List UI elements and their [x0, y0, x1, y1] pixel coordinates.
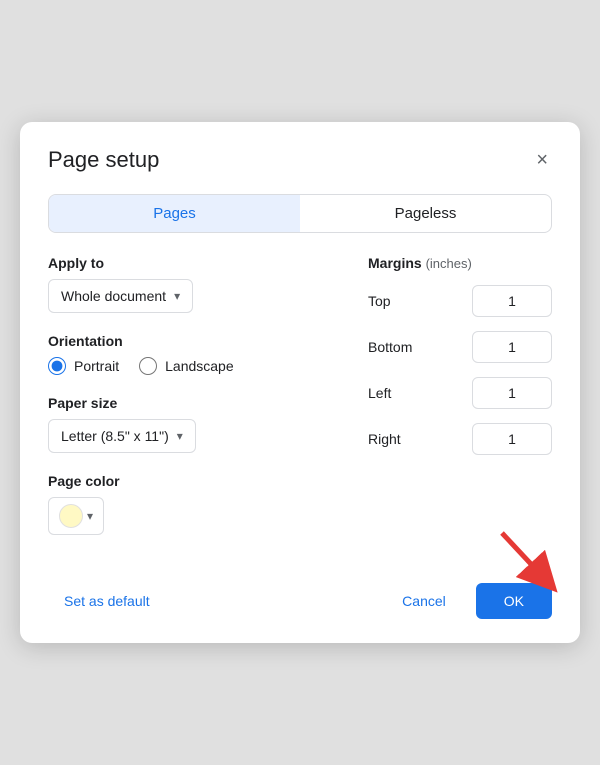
dialog-title: Page setup: [48, 147, 159, 173]
margin-right-input[interactable]: [472, 423, 552, 455]
left-panel: Apply to Whole document ▾ Orientation Po…: [48, 255, 352, 555]
landscape-label: Landscape: [165, 358, 234, 374]
margin-bottom-label: Bottom: [368, 339, 428, 355]
tab-pages[interactable]: Pages: [49, 195, 300, 232]
dropdown-arrow-icon: ▾: [174, 289, 180, 303]
color-swatch: [59, 504, 83, 528]
margins-unit: (inches): [426, 256, 472, 271]
page-color-label: Page color: [48, 473, 328, 489]
apply-to-section: Apply to Whole document ▾: [48, 255, 328, 313]
paper-size-arrow-icon: ▾: [177, 429, 183, 443]
apply-to-dropdown[interactable]: Whole document ▾: [48, 279, 193, 313]
margin-left-label: Left: [368, 385, 428, 401]
dialog-header: Page setup ×: [48, 146, 552, 174]
paper-size-section: Paper size Letter (8.5" x 11") ▾: [48, 395, 328, 453]
page-setup-dialog: Page setup × Pages Pageless Apply to Who…: [20, 122, 580, 643]
margin-row-top: Top: [368, 285, 552, 317]
landscape-option[interactable]: Landscape: [139, 357, 234, 375]
tab-bar: Pages Pageless: [48, 194, 552, 233]
margins-label: Margins: [368, 255, 422, 271]
ok-button[interactable]: OK: [476, 583, 552, 619]
apply-to-value: Whole document: [61, 288, 166, 304]
margin-right-label: Right: [368, 431, 428, 447]
set-default-button[interactable]: Set as default: [48, 583, 166, 619]
portrait-option[interactable]: Portrait: [48, 357, 119, 375]
margin-top-label: Top: [368, 293, 428, 309]
right-panel: Margins (inches) Top Bottom Left Right: [352, 255, 552, 555]
page-color-button[interactable]: ▾: [48, 497, 104, 535]
dialog-body: Apply to Whole document ▾ Orientation Po…: [48, 255, 552, 555]
cancel-button[interactable]: Cancel: [382, 583, 466, 619]
margin-top-input[interactable]: [472, 285, 552, 317]
orientation-label: Orientation: [48, 333, 328, 349]
margin-row-left: Left: [368, 377, 552, 409]
tab-pageless[interactable]: Pageless: [300, 195, 551, 232]
landscape-radio[interactable]: [139, 357, 157, 375]
margin-left-input[interactable]: [472, 377, 552, 409]
paper-size-dropdown[interactable]: Letter (8.5" x 11") ▾: [48, 419, 196, 453]
portrait-label: Portrait: [74, 358, 119, 374]
color-arrow-icon: ▾: [87, 509, 93, 523]
apply-to-label: Apply to: [48, 255, 328, 271]
paper-size-label: Paper size: [48, 395, 328, 411]
portrait-radio[interactable]: [48, 357, 66, 375]
footer-right: Cancel OK: [382, 583, 552, 619]
dialog-footer: Set as default Cancel OK: [48, 583, 552, 619]
margin-bottom-input[interactable]: [472, 331, 552, 363]
orientation-radio-group: Portrait Landscape: [48, 357, 328, 375]
margins-header: Margins (inches): [368, 255, 552, 271]
paper-size-value: Letter (8.5" x 11"): [61, 428, 169, 444]
orientation-section: Orientation Portrait Landscape: [48, 333, 328, 375]
margin-row-right: Right: [368, 423, 552, 455]
close-button[interactable]: ×: [532, 146, 552, 174]
page-color-section: Page color ▾: [48, 473, 328, 535]
margin-row-bottom: Bottom: [368, 331, 552, 363]
